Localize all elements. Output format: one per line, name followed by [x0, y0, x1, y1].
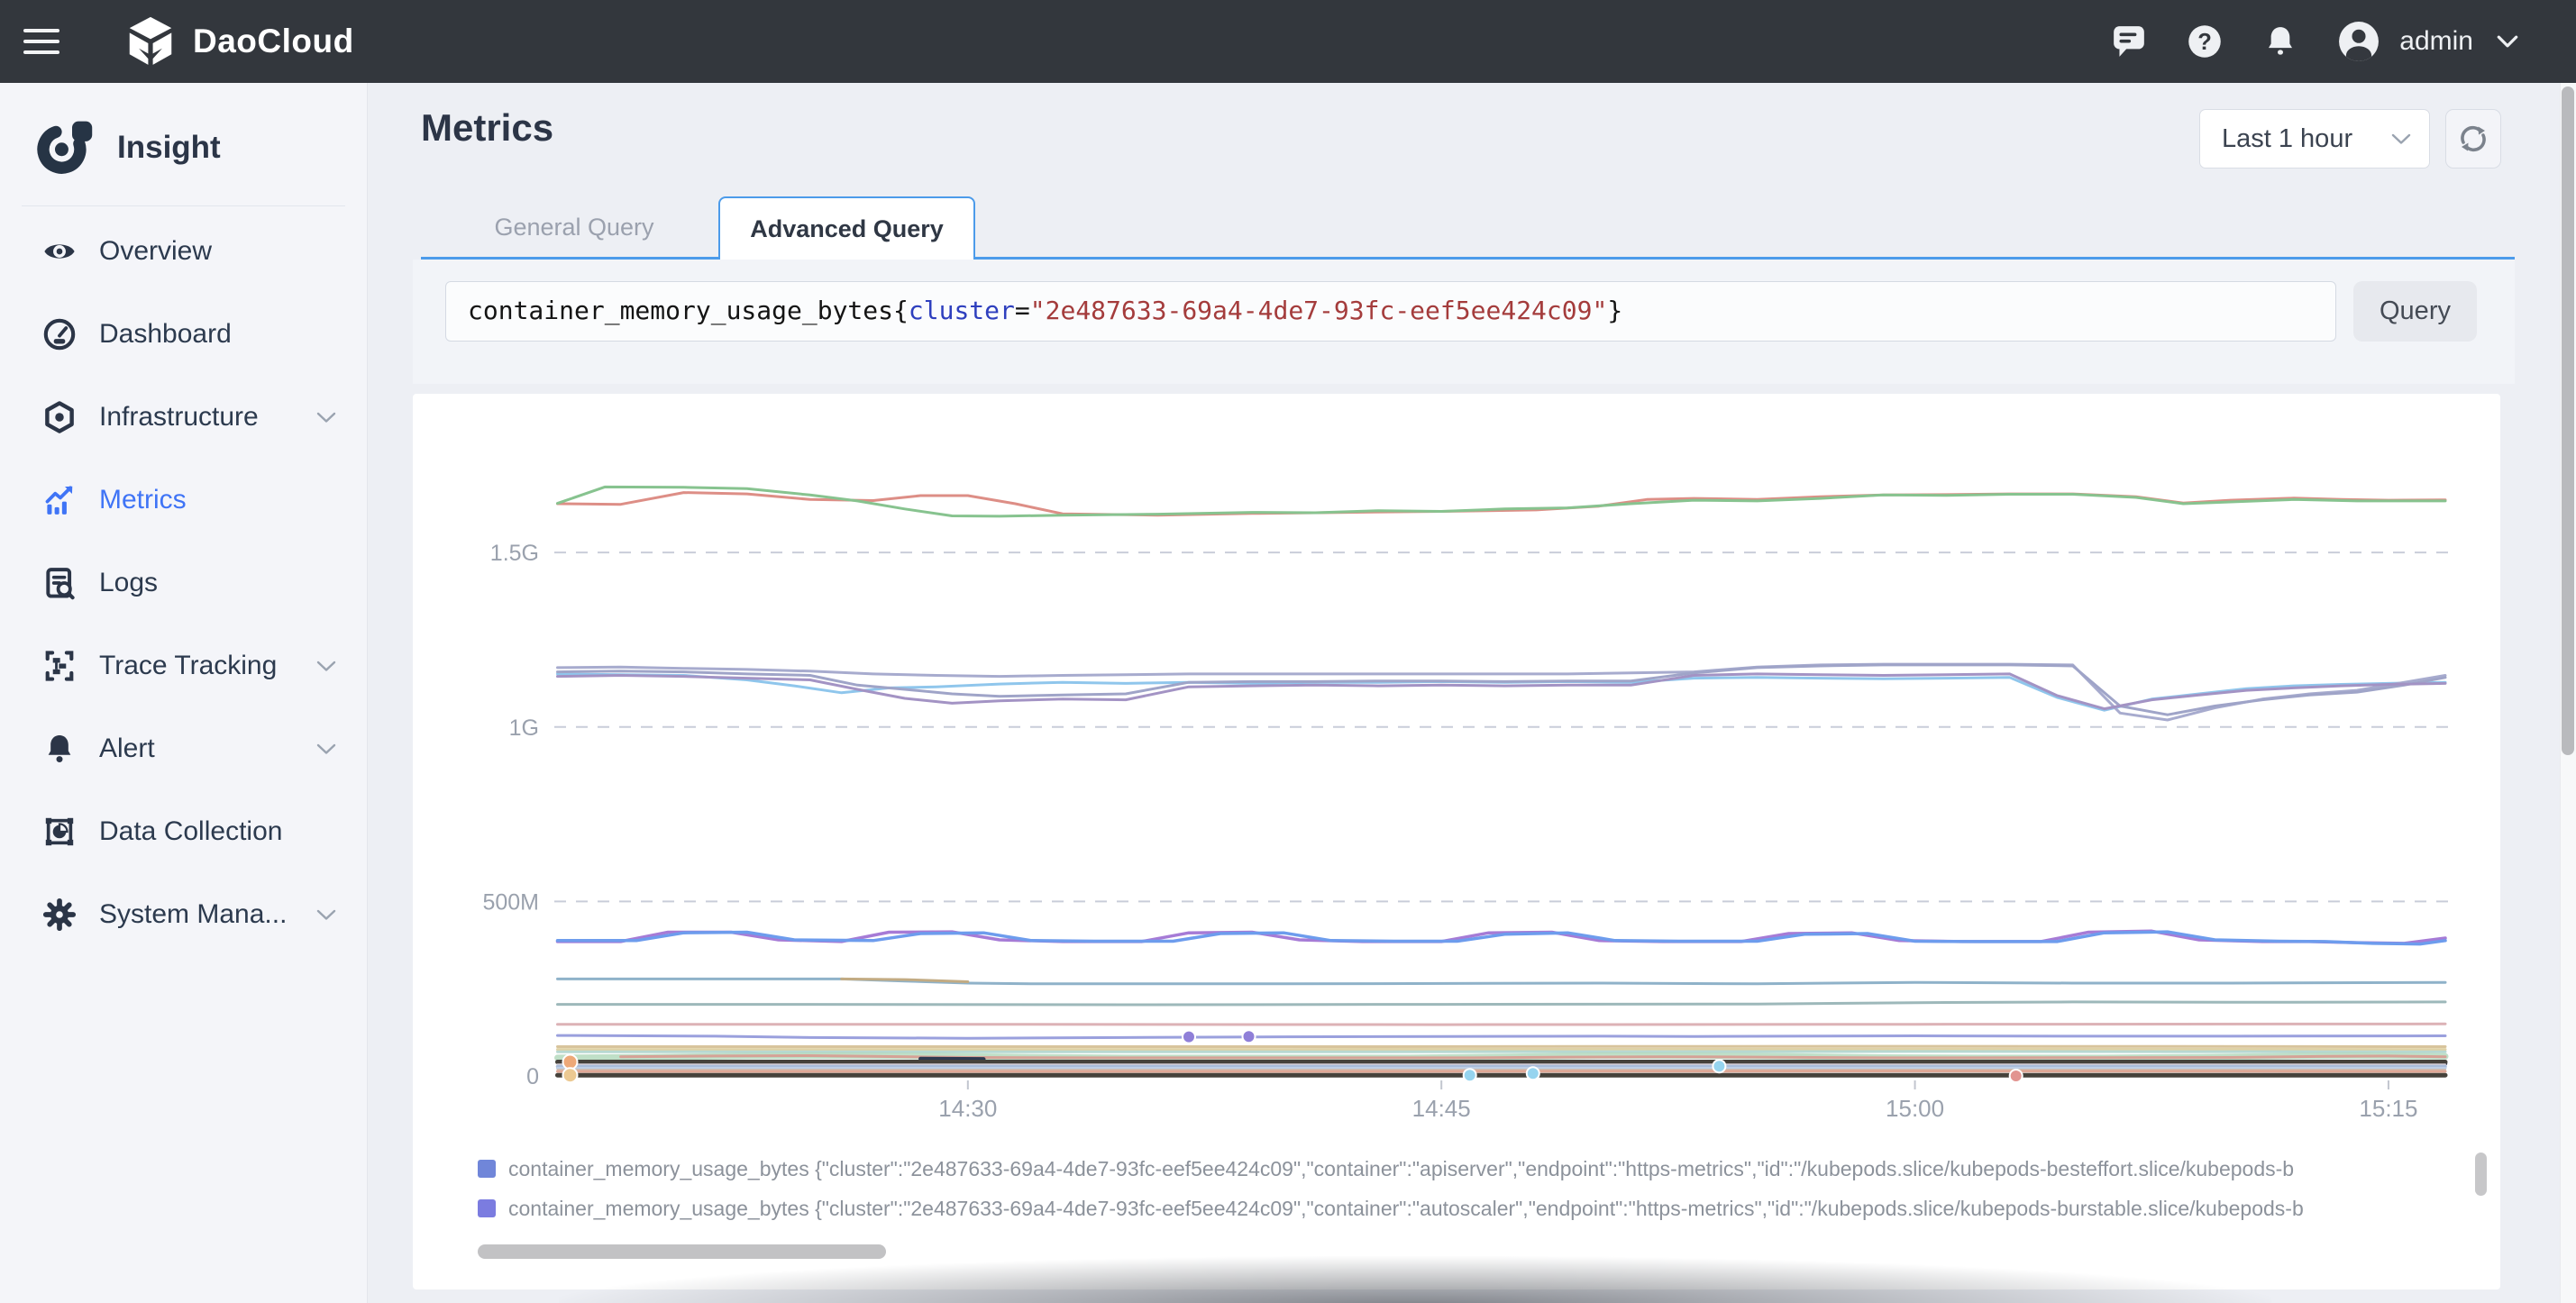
sidebar-item-system-management[interactable]: System Mana...: [0, 873, 367, 956]
hamburger-menu-icon[interactable]: [23, 27, 59, 56]
sidebar-item-label: System Mana...: [99, 899, 287, 930]
sidebar-item-trace-tracking[interactable]: Trace Tracking: [0, 624, 367, 707]
chevron-down-icon[interactable]: [316, 412, 336, 424]
legend-vertical-scrollbar-thumb[interactable]: [2475, 1153, 2487, 1196]
legend-label: container_memory_usage_bytes {"cluster":…: [508, 1197, 2304, 1221]
svg-text:14:45: 14:45: [1412, 1095, 1471, 1122]
page-scrollbar-track[interactable]: [2560, 83, 2576, 1303]
svg-text:14:30: 14:30: [938, 1095, 997, 1122]
query-input[interactable]: container_memory_usage_bytes{cluster="2e…: [445, 281, 2336, 342]
svg-text:0: 0: [526, 1064, 539, 1089]
sidebar-item-label: Alert: [99, 734, 155, 764]
topbar-actions: ? admin: [2071, 21, 2518, 62]
sidebar-item-alert[interactable]: Alert: [0, 707, 367, 790]
query-label-value: "2e487633-69a4-4de7-93fc-eef5ee424c09": [1030, 296, 1608, 325]
trace-icon: [41, 649, 78, 683]
avatar[interactable]: [2338, 21, 2380, 62]
sidebar-item-logs[interactable]: Logs: [0, 542, 367, 624]
query-close-brace: }: [1607, 296, 1622, 325]
logs-icon: [41, 566, 78, 600]
sidebar: Insight Overview Dashboard: [0, 83, 368, 1303]
settings-gear-icon: [41, 898, 78, 932]
query-metric: container_memory_usage_bytes{: [468, 296, 909, 325]
svg-text:500M: 500M: [482, 889, 539, 915]
query-panel: container_memory_usage_bytes{cluster="2e…: [413, 260, 2515, 384]
topbar: DaoCloud ?: [0, 0, 2576, 83]
sidebar-item-label: Data Collection: [99, 816, 282, 847]
query-button[interactable]: Query: [2353, 281, 2477, 342]
metrics-chart-icon: [41, 483, 78, 517]
sidebar-menu: Overview Dashboard Infrastructure: [0, 210, 367, 956]
query-operator: =: [1015, 296, 1030, 325]
metrics-chart[interactable]: 1.5G 1G 500M 0 14:30 14:45 15:00 15:15: [413, 394, 2500, 1124]
sidebar-item-infrastructure[interactable]: Infrastructure: [0, 376, 367, 459]
product-name: Insight: [117, 130, 221, 166]
metrics-chart-card: 1.5G 1G 500M 0 14:30 14:45 15:00 15:15 containe…: [413, 394, 2500, 1289]
sidebar-item-label: Metrics: [99, 485, 187, 515]
help-icon[interactable]: ?: [2187, 23, 2223, 59]
refresh-button[interactable]: [2445, 109, 2501, 169]
chevron-down-icon[interactable]: [2497, 35, 2518, 48]
tab-advanced-query[interactable]: Advanced Query: [718, 196, 975, 260]
sidebar-item-metrics[interactable]: Metrics: [0, 459, 367, 542]
svg-text:?: ?: [2197, 30, 2212, 55]
page-title: Metrics: [421, 106, 553, 150]
legend-item[interactable]: container_memory_usage_bytes {"cluster":…: [478, 1149, 2477, 1189]
legend-swatch: [478, 1160, 496, 1178]
svg-text:15:00: 15:00: [1886, 1095, 1944, 1122]
infrastructure-icon: [41, 400, 78, 434]
tab-general-query[interactable]: General Query: [457, 197, 691, 257]
legend-item[interactable]: container_memory_usage_bytes {"cluster":…: [478, 1189, 2477, 1228]
svg-text:1G: 1G: [509, 715, 539, 741]
sidebar-item-overview[interactable]: Overview: [0, 210, 367, 293]
chevron-down-icon[interactable]: [316, 661, 336, 672]
page-scrollbar-thumb[interactable]: [2562, 87, 2574, 755]
chevron-down-icon[interactable]: [316, 743, 336, 755]
brand-title: DaoCloud: [193, 23, 354, 60]
message-icon[interactable]: [2111, 23, 2147, 59]
time-range-value: Last 1 hour: [2222, 124, 2391, 154]
chevron-down-icon: [2391, 133, 2411, 145]
sidebar-divider: [22, 205, 345, 206]
svg-text:1.5G: 1.5G: [490, 541, 539, 566]
product-header: Insight: [0, 83, 367, 177]
svg-text:15:15: 15:15: [2359, 1095, 2417, 1122]
query-label-key: cluster: [909, 296, 1015, 325]
legend-swatch: [478, 1199, 496, 1217]
chart-legend: container_memory_usage_bytes {"cluster":…: [478, 1149, 2477, 1232]
legend-label: container_memory_usage_bytes {"cluster":…: [508, 1157, 2294, 1181]
daocloud-logo-icon: [123, 14, 178, 69]
legend-horizontal-scrollbar-thumb[interactable]: [478, 1244, 886, 1259]
time-range-select[interactable]: Last 1 hour: [2199, 109, 2430, 169]
sidebar-item-label: Dashboard: [99, 319, 232, 350]
sidebar-item-label: Overview: [99, 236, 212, 267]
alert-bell-icon: [41, 732, 78, 766]
dashboard-gauge-icon: [41, 317, 78, 351]
sidebar-item-dashboard[interactable]: Dashboard: [0, 293, 367, 376]
data-collection-icon: [41, 815, 78, 849]
sidebar-item-label: Infrastructure: [99, 402, 259, 433]
sidebar-item-label: Trace Tracking: [99, 651, 277, 681]
refresh-icon: [2456, 122, 2490, 156]
sidebar-item-label: Logs: [99, 568, 158, 598]
chevron-down-icon[interactable]: [316, 909, 336, 921]
bell-icon[interactable]: [2262, 23, 2298, 59]
username[interactable]: admin: [2399, 26, 2473, 57]
eye-icon: [41, 234, 78, 269]
sidebar-item-data-collection[interactable]: Data Collection: [0, 790, 367, 873]
insight-logo-icon: [36, 119, 94, 177]
